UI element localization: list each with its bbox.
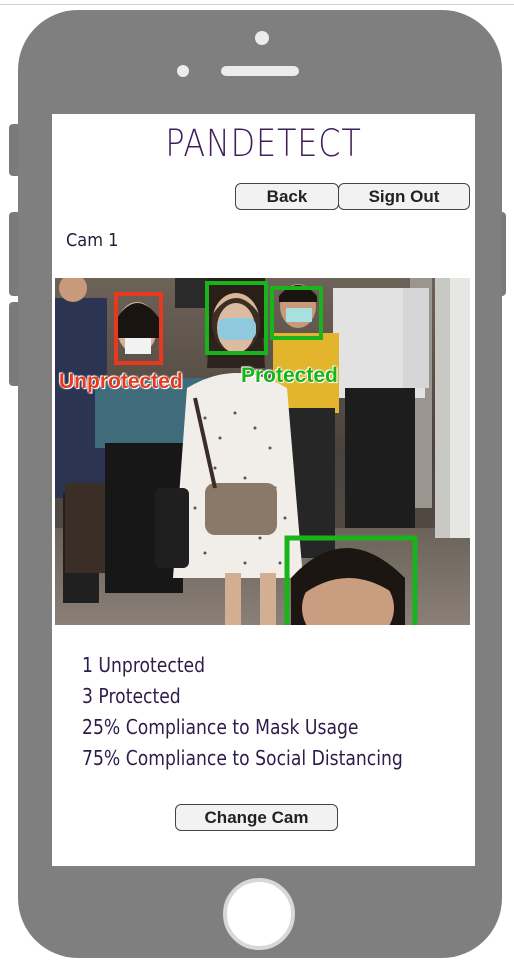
camera-feed: Unprotected Protected xyxy=(55,278,470,625)
camera-label: Cam 1 xyxy=(66,230,119,251)
page-top-rule xyxy=(0,4,514,5)
change-cam-button[interactable]: Change Cam xyxy=(175,804,338,831)
sign-out-button[interactable]: Sign Out xyxy=(338,183,470,210)
detection-stats: 1 Unprotected 3 Protected 25% Compliance… xyxy=(82,650,455,774)
back-button[interactable]: Back xyxy=(235,183,339,210)
proximity-sensor-icon xyxy=(177,65,189,77)
app-screen: PANDETECT Back Sign Out Cam 1 Unprotecte… xyxy=(52,114,475,866)
earpiece-speaker xyxy=(221,66,299,76)
stat-protected-count: 3 Protected xyxy=(82,684,181,708)
stat-mask-compliance: 25% Compliance to Mask Usage xyxy=(82,715,359,739)
stat-unprotected-count: 1 Unprotected xyxy=(82,653,206,677)
app-title: PANDETECT xyxy=(165,122,362,165)
home-button[interactable] xyxy=(223,878,295,950)
camera-feed-image xyxy=(55,278,470,625)
unprotected-detection-label: Unprotected xyxy=(59,370,183,393)
front-camera-icon xyxy=(255,31,269,45)
protected-detection-label: Protected xyxy=(241,364,338,387)
stat-distancing-compliance: 75% Compliance to Social Distancing xyxy=(82,746,403,770)
